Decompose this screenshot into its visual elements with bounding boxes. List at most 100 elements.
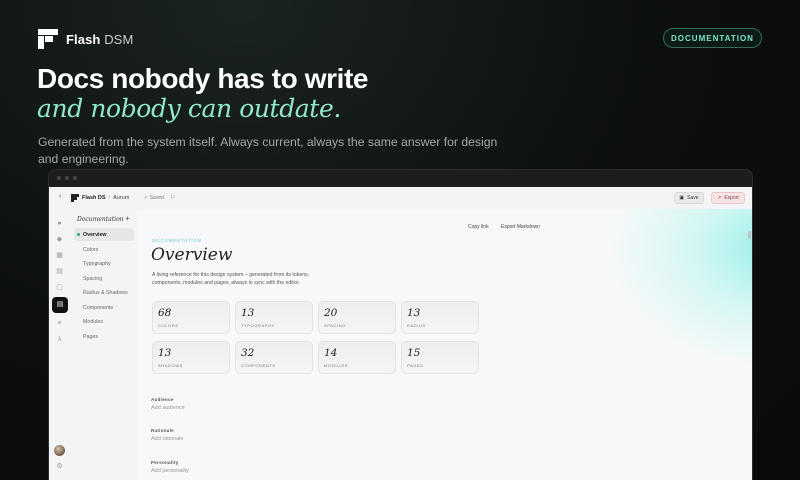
- stat-card-colors[interactable]: 68 COLORS: [152, 301, 230, 334]
- sidebar-item-components[interactable]: Components: [74, 301, 134, 314]
- sidebar-item-label: Overview: [83, 231, 107, 238]
- stat-value: 15: [407, 347, 421, 359]
- rationale-label: Rationale: [151, 428, 174, 433]
- active-dot-icon: [77, 233, 80, 236]
- stat-label: TYPOGRAPHY: [241, 323, 275, 328]
- hero-subtitle: Generated from the system itself. Always…: [38, 135, 498, 166]
- stat-card-modules[interactable]: 14 MODULES: [318, 341, 396, 374]
- stat-label: MODULES: [324, 363, 348, 368]
- stat-card-typography[interactable]: 13 TYPOGRAPHY: [235, 301, 313, 334]
- export-button[interactable]: ↗ Export: [711, 192, 745, 204]
- breadcrumb: Flash DS / Aurum: [82, 195, 129, 201]
- export-icon: ↗: [717, 195, 722, 201]
- sidebar-item-label: Pages: [83, 333, 99, 340]
- stat-value: 13: [407, 307, 421, 319]
- add-page-button[interactable]: +: [125, 214, 130, 223]
- stat-card-radius[interactable]: 13 RADIUS: [401, 301, 479, 334]
- stat-value: 13: [241, 307, 255, 319]
- stat-label: RADIUS: [407, 323, 426, 328]
- personality-field[interactable]: Add personality: [151, 468, 189, 474]
- doc-main: Copy link Export Markdown DOCUMENTATION …: [137, 209, 752, 480]
- save-button-label: Save: [687, 195, 699, 201]
- page-title: Overview: [151, 245, 233, 265]
- stat-value: 14: [324, 347, 338, 359]
- flag-icon[interactable]: ⚐: [170, 194, 175, 201]
- stat-label: COLORS: [158, 323, 179, 328]
- brand-name: Flash DSM: [66, 32, 133, 47]
- components-icon[interactable]: ▦: [55, 251, 64, 260]
- list-icon[interactable]: ≡: [55, 319, 64, 328]
- modules-icon[interactable]: ▤: [55, 267, 64, 276]
- save-icon: ▣: [679, 195, 685, 201]
- stat-value: 20: [324, 307, 338, 319]
- back-chevron-icon[interactable]: ‹: [59, 193, 61, 200]
- user-avatar[interactable]: [54, 445, 65, 456]
- window-dot[interactable]: [65, 176, 69, 180]
- audience-label: Audience: [151, 397, 174, 402]
- page-description: A living reference for this design syste…: [152, 272, 310, 286]
- styles-icon[interactable]: ◆: [55, 235, 64, 244]
- stat-card-pages[interactable]: 15 PAGES: [401, 341, 479, 374]
- app-screen: ‹ Flash DS / Aurum ✓ Saved ⚐ ▣ Save ↗ Expo…: [49, 187, 752, 480]
- saved-status: ✓ Saved: [144, 195, 164, 201]
- app-window: ‹ Flash DS / Aurum ✓ Saved ⚐ ▣ Save ↗ Expo…: [48, 169, 753, 480]
- rationale-field[interactable]: Add rationale: [151, 436, 183, 442]
- stat-label: COMPONENTS: [241, 363, 276, 368]
- documentation-icon[interactable]: ▤: [52, 297, 68, 313]
- hero-title-italic: and nobody can outdate.: [37, 94, 341, 123]
- sidebar-item-label: Modules: [83, 318, 104, 325]
- doc-sidebar-title: Documentation: [77, 216, 124, 223]
- accent-glow: [607, 209, 752, 369]
- breadcrumb-project[interactable]: Aurum: [113, 195, 129, 201]
- sidebar-item-overview[interactable]: Overview: [74, 228, 134, 241]
- sidebar-item-label: Spacing: [83, 275, 103, 282]
- stat-value: 68: [158, 307, 172, 319]
- copy-link-button[interactable]: Copy link: [468, 224, 489, 230]
- breadcrumb-separator: /: [108, 195, 111, 201]
- saved-status-label: Saved: [149, 195, 164, 201]
- page-kicker: DOCUMENTATION: [152, 238, 202, 243]
- audience-field[interactable]: Add audience: [151, 405, 185, 411]
- window-controls: [57, 176, 77, 180]
- icon-rail: ● ◆ ▦ ▤ ▢ ▤ ≡ ⅄ ⚙: [49, 209, 71, 480]
- sidebar-item-colors[interactable]: Colors: [74, 243, 134, 256]
- brand-name-suffix: DSM: [104, 31, 134, 47]
- documentation-badge: DOCUMENTATION: [663, 28, 762, 48]
- brand-name-main: Flash: [66, 31, 101, 47]
- flash-logo-icon: [38, 29, 58, 49]
- export-button-label: Export: [724, 195, 739, 201]
- stat-label: SPACING: [324, 323, 346, 328]
- sidebar-item-label: Components: [83, 304, 114, 311]
- hero-title: Docs nobody has to write: [37, 63, 369, 94]
- stat-card-shadows[interactable]: 13 SHADOWS: [152, 341, 230, 374]
- tokens-icon[interactable]: ●: [55, 219, 64, 228]
- stat-card-components[interactable]: 32 COMPONENTS: [235, 341, 313, 374]
- breadcrumb-brand[interactable]: Flash DS: [82, 195, 106, 201]
- sidebar-item-label: Typography: [83, 260, 111, 267]
- window-dot[interactable]: [73, 176, 77, 180]
- scrollbar[interactable]: [748, 231, 751, 239]
- flash-ds-logo-icon: [71, 194, 79, 202]
- sidebar-item-typography[interactable]: Typography: [74, 257, 134, 270]
- sidebar-item-label: Colors: [83, 246, 99, 253]
- settings-gear-icon[interactable]: ⚙: [55, 462, 64, 471]
- app-topbar: ‹ Flash DS / Aurum ✓ Saved ⚐ ▣ Save ↗ Expo…: [49, 187, 752, 209]
- sidebar-item-spacing[interactable]: Spacing: [74, 272, 134, 285]
- sidebar-item-pages[interactable]: Pages: [74, 330, 134, 343]
- doc-sidebar: Documentation + Overview Colors Typograp…: [71, 209, 137, 480]
- sidebar-item-modules[interactable]: Modules: [74, 315, 134, 328]
- stat-label: SHADOWS: [158, 363, 183, 368]
- save-button[interactable]: ▣ Save: [674, 192, 704, 204]
- stat-label: PAGES: [407, 363, 424, 368]
- stat-value: 13: [158, 347, 172, 359]
- brand-logo[interactable]: Flash DSM: [38, 29, 133, 49]
- stat-card-spacing[interactable]: 20 SPACING: [318, 301, 396, 334]
- sidebar-item-radius-shadows[interactable]: Radius & Shadows: [74, 286, 134, 299]
- export-markdown-button[interactable]: Export Markdown: [501, 224, 540, 230]
- check-icon: ✓: [144, 195, 149, 201]
- sidebar-item-label: Radius & Shadows: [83, 289, 128, 296]
- personality-label: Personality: [151, 460, 179, 465]
- window-dot[interactable]: [57, 176, 61, 180]
- share-icon[interactable]: ⅄: [55, 335, 64, 344]
- pages-icon[interactable]: ▢: [55, 283, 64, 292]
